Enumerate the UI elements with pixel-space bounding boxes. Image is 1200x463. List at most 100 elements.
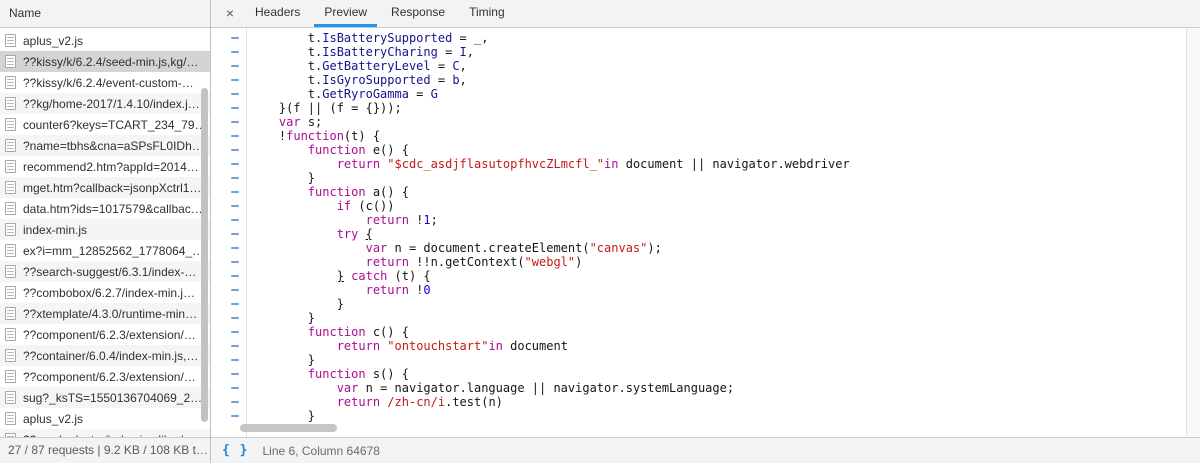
fold-gutter[interactable] (211, 185, 246, 199)
fold-gutter[interactable] (211, 227, 246, 241)
editor-horizontal-scrollbar[interactable] (240, 424, 337, 432)
request-row[interactable]: ex?i=mm_12852562_1778064_… (0, 240, 210, 261)
fold-gutter[interactable] (211, 213, 246, 227)
fold-gutter[interactable] (211, 353, 246, 367)
tab-timing[interactable]: Timing (459, 0, 515, 27)
request-row[interactable]: sug?_ksTS=1550136704069_2… (0, 387, 210, 408)
request-name-label: mget.htm?callback=jsonpXctrl1… (23, 181, 201, 195)
fold-gutter[interactable] (211, 45, 246, 59)
fold-marker-icon[interactable] (231, 345, 239, 347)
fold-gutter[interactable] (211, 171, 246, 185)
fold-gutter[interactable] (211, 297, 246, 311)
request-name-label: data.htm?ids=1017579&callbac… (23, 202, 203, 216)
script-file-icon (5, 76, 16, 89)
fold-gutter[interactable] (211, 101, 246, 115)
request-row[interactable]: index-min.js (0, 219, 210, 240)
fold-gutter[interactable] (211, 73, 246, 87)
tab-headers[interactable]: Headers (245, 0, 310, 27)
pretty-print-button[interactable]: { } (222, 443, 248, 458)
request-row[interactable]: ??xtemplate/4.3.0/runtime-min… (0, 303, 210, 324)
fold-marker-icon[interactable] (231, 219, 239, 221)
fold-marker-icon[interactable] (231, 289, 239, 291)
request-row[interactable]: mget.htm?callback=jsonpXctrl1… (0, 177, 210, 198)
fold-marker-icon[interactable] (231, 163, 239, 165)
preview-code-editor[interactable]: t.IsBatterySupported = _, t.IsBatteryCha… (211, 28, 1200, 437)
fold-marker-icon[interactable] (231, 107, 239, 109)
fold-marker-icon[interactable] (231, 93, 239, 95)
code-text: return /zh-cn/i.test(n) (246, 395, 503, 409)
close-icon[interactable]: × (217, 0, 243, 27)
fold-gutter[interactable] (211, 199, 246, 213)
fold-marker-icon[interactable] (231, 401, 239, 403)
fold-gutter[interactable] (211, 115, 246, 129)
fold-marker-icon[interactable] (231, 303, 239, 305)
request-row[interactable]: ??kissy/k/6.2.4/seed-min.js,kg/… (0, 51, 210, 72)
fold-gutter[interactable] (211, 325, 246, 339)
code-text: return !0 (246, 283, 431, 297)
code-text: function e() { (246, 143, 409, 157)
tab-response[interactable]: Response (381, 0, 455, 27)
fold-marker-icon[interactable] (231, 275, 239, 277)
code-line: } (211, 171, 1200, 185)
request-row[interactable]: ??component/6.2.3/extension/… (0, 366, 210, 387)
script-file-icon (5, 55, 16, 68)
request-row[interactable]: ??combobox/6.2.7/index-min.j… (0, 282, 210, 303)
fold-gutter[interactable] (211, 59, 246, 73)
fold-marker-icon[interactable] (231, 79, 239, 81)
request-row[interactable]: ??secdev/entry/index.js,alilog/a… (0, 429, 210, 437)
request-row[interactable]: ??kg/home-2017/1.4.10/index.j… (0, 93, 210, 114)
request-row[interactable]: ??container/6.0.4/index-min.js,… (0, 345, 210, 366)
fold-gutter[interactable] (211, 269, 246, 283)
fold-marker-icon[interactable] (231, 37, 239, 39)
request-row[interactable]: ??kissy/k/6.2.4/event-custom-… (0, 72, 210, 93)
fold-gutter[interactable] (211, 409, 246, 423)
fold-marker-icon[interactable] (231, 415, 239, 417)
fold-gutter[interactable] (211, 241, 246, 255)
request-row[interactable]: aplus_v2.js (0, 408, 210, 429)
request-row[interactable]: counter6?keys=TCART_234_79… (0, 114, 210, 135)
fold-gutter[interactable] (211, 129, 246, 143)
request-row[interactable]: ?name=tbhs&cna=aSPsFL0IDh… (0, 135, 210, 156)
request-row[interactable]: data.htm?ids=1017579&callbac… (0, 198, 210, 219)
fold-marker-icon[interactable] (231, 177, 239, 179)
fold-gutter[interactable] (211, 31, 246, 45)
script-file-icon (5, 118, 16, 131)
fold-gutter[interactable] (211, 339, 246, 353)
fold-gutter[interactable] (211, 395, 246, 409)
fold-gutter[interactable] (211, 381, 246, 395)
editor-vertical-scrollbar[interactable] (1186, 28, 1200, 437)
fold-marker-icon[interactable] (231, 205, 239, 207)
request-name-label: recommend2.htm?appId=2014… (23, 160, 199, 174)
fold-gutter[interactable] (211, 157, 246, 171)
fold-marker-icon[interactable] (231, 317, 239, 319)
fold-gutter[interactable] (211, 367, 246, 381)
fold-gutter[interactable] (211, 311, 246, 325)
request-row[interactable]: recommend2.htm?appId=2014… (0, 156, 210, 177)
fold-marker-icon[interactable] (231, 233, 239, 235)
request-row[interactable]: aplus_v2.js (0, 30, 210, 51)
name-column-header[interactable]: Name (0, 0, 210, 28)
script-file-icon (5, 391, 16, 404)
fold-marker-icon[interactable] (231, 135, 239, 137)
fold-gutter[interactable] (211, 283, 246, 297)
fold-marker-icon[interactable] (231, 191, 239, 193)
fold-marker-icon[interactable] (231, 51, 239, 53)
fold-marker-icon[interactable] (231, 373, 239, 375)
code-line: function c() { (211, 325, 1200, 339)
fold-marker-icon[interactable] (231, 331, 239, 333)
request-row[interactable]: ??component/6.2.3/extension/… (0, 324, 210, 345)
fold-gutter[interactable] (211, 87, 246, 101)
code-line: } (211, 353, 1200, 367)
fold-marker-icon[interactable] (231, 247, 239, 249)
sidebar-scrollbar[interactable] (201, 88, 208, 422)
fold-gutter[interactable] (211, 255, 246, 269)
fold-marker-icon[interactable] (231, 121, 239, 123)
fold-marker-icon[interactable] (231, 65, 239, 67)
fold-marker-icon[interactable] (231, 149, 239, 151)
tab-preview[interactable]: Preview (314, 0, 377, 27)
fold-gutter[interactable] (211, 143, 246, 157)
fold-marker-icon[interactable] (231, 261, 239, 263)
fold-marker-icon[interactable] (231, 359, 239, 361)
request-row[interactable]: ??search-suggest/6.3.1/index-… (0, 261, 210, 282)
fold-marker-icon[interactable] (231, 387, 239, 389)
